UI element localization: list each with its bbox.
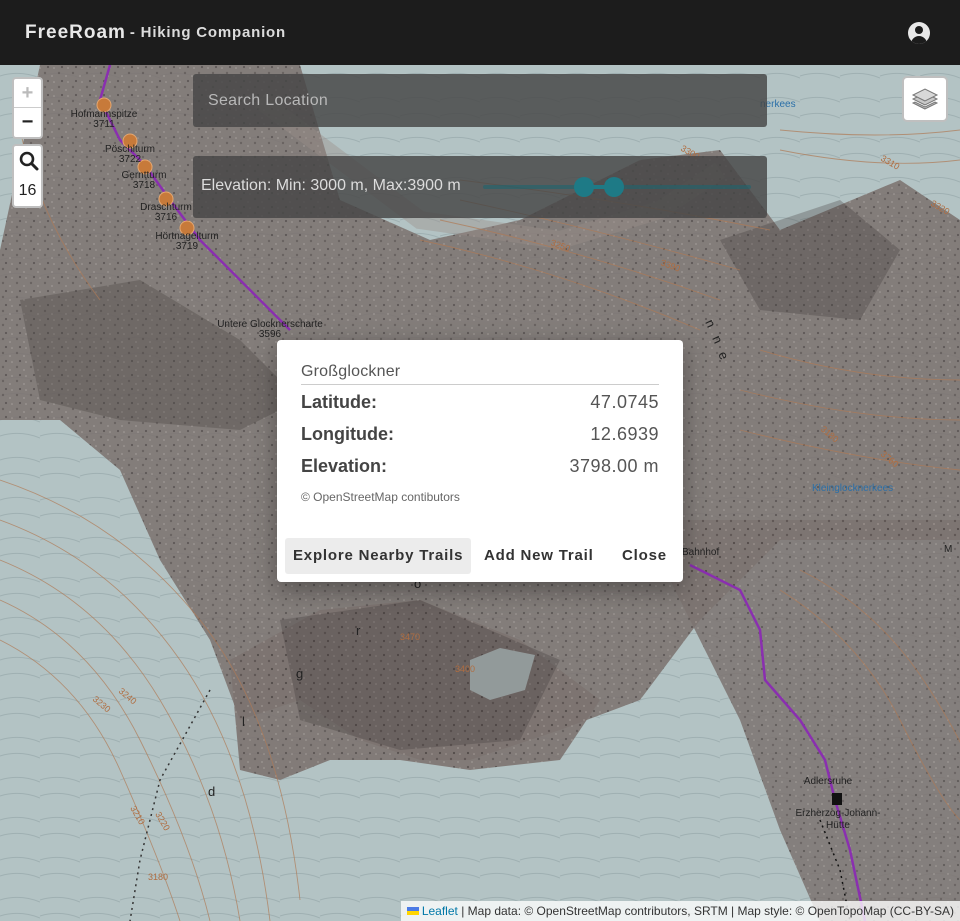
svg-text:3180: 3180 xyxy=(148,872,168,882)
app-header: FreeRoam - Hiking Companion xyxy=(0,0,960,65)
layers-icon xyxy=(911,88,939,110)
ukraine-flag-icon xyxy=(406,906,419,915)
map-attribution: Leaflet | Map data: © OpenStreetMap cont… xyxy=(400,901,960,921)
account-circle-icon[interactable] xyxy=(908,22,930,44)
search-icon[interactable] xyxy=(19,151,39,171)
longitude-value: 12.6939 xyxy=(590,424,659,444)
leaflet-link[interactable]: Leaflet xyxy=(422,904,458,918)
latitude-row: Latitude: 47.0745 xyxy=(301,392,659,413)
svg-text:g: g xyxy=(296,666,303,681)
peak-elev: 3716 xyxy=(155,212,178,223)
explore-nearby-trails-button[interactable]: Explore Nearby Trails xyxy=(285,538,472,574)
elevation-min-thumb[interactable] xyxy=(573,177,594,197)
saddle-elev: 3596 xyxy=(259,329,282,340)
location-search-bar xyxy=(193,74,767,127)
zoom-in-button[interactable]: + xyxy=(14,79,41,108)
zoom-control: + − xyxy=(12,77,43,139)
search-input[interactable] xyxy=(193,74,767,127)
svg-text:3470: 3470 xyxy=(400,632,420,642)
popup-credit: © OpenStreetMap contibutors xyxy=(301,490,460,504)
hut-label-line2: Hütte xyxy=(826,820,850,831)
hut-label-line1: Erzherzog-Johann- xyxy=(795,808,880,819)
svg-text:3400: 3400 xyxy=(455,664,475,674)
peak-elev: 3722 xyxy=(119,154,142,165)
elevation-label: Elevation: xyxy=(301,456,388,476)
m-label: M xyxy=(944,544,952,555)
longitude-row: Longitude: 12.6939 xyxy=(301,424,659,445)
bahnhof-label: Bahnhof xyxy=(682,547,719,558)
close-button[interactable]: Close xyxy=(614,538,675,574)
peak-elev: 3711 xyxy=(93,119,115,130)
latitude-label: Latitude: xyxy=(301,392,377,412)
adlersruhe-label: Adlersruhe xyxy=(804,776,853,787)
elevation-filter: Elevation: Min: 3000 m, Max:3900 m xyxy=(193,156,767,218)
app-subtitle: - Hiking Companion xyxy=(129,24,286,41)
zoom-out-button[interactable]: − xyxy=(14,108,41,137)
longitude-label: Longitude: xyxy=(301,424,394,444)
svg-text:d: d xyxy=(208,784,215,799)
layers-button[interactable] xyxy=(902,76,948,122)
add-new-trail-button[interactable]: Add New Trail xyxy=(476,538,602,574)
latitude-value: 47.0745 xyxy=(590,392,659,412)
app-name: FreeRoam xyxy=(25,21,126,43)
location-popup: Großglockner Latitude: 47.0745 Longitude… xyxy=(277,340,683,582)
svg-text:l: l xyxy=(242,714,245,729)
map-search-control: 16 xyxy=(12,144,43,208)
glacier-label: Kleinglocknerkees xyxy=(812,483,893,494)
zoom-level: 16 xyxy=(18,182,37,199)
elevation-label: Elevation: Min: 3000 m, Max:3900 m xyxy=(201,177,461,194)
elevation-row: Elevation: 3798.00 m xyxy=(301,456,659,477)
popup-divider xyxy=(301,384,659,385)
peak-elev: 3718 xyxy=(133,180,156,191)
svg-text:r: r xyxy=(356,623,361,638)
elevation-max-thumb[interactable] xyxy=(603,177,624,197)
elevation-value: 3798.00 m xyxy=(569,456,659,476)
attribution-text: | Map data: © OpenStreetMap contributors… xyxy=(461,904,954,918)
popup-title: Großglockner xyxy=(301,363,401,380)
peak-elev: 3719 xyxy=(176,241,199,252)
